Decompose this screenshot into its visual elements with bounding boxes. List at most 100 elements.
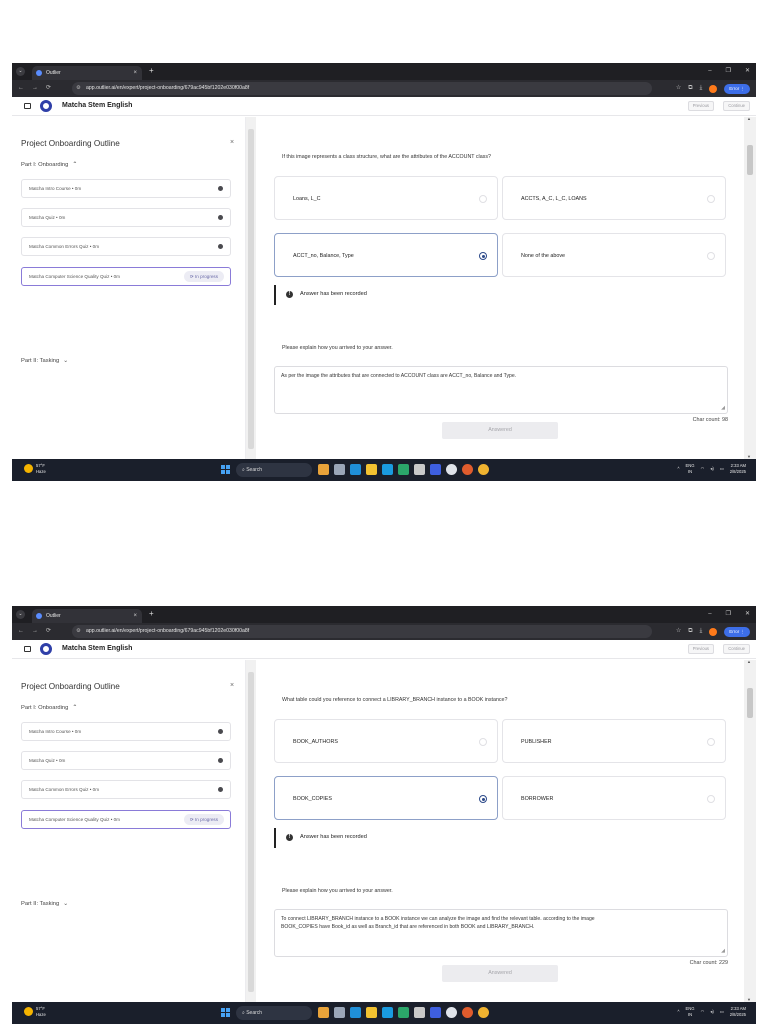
- sidebar-scrollbar[interactable]: [246, 117, 256, 459]
- back-icon[interactable]: ←: [18, 85, 24, 91]
- close-tab-icon[interactable]: ×: [133, 609, 137, 623]
- answer-option[interactable]: ACCTS, A_C, L_C, LOANS: [502, 176, 726, 220]
- task-view-icon[interactable]: [334, 1007, 345, 1018]
- new-tab-icon[interactable]: +: [149, 609, 154, 619]
- settings-icon[interactable]: [414, 464, 425, 475]
- bookmark-star-icon[interactable]: ☆: [676, 83, 681, 94]
- chrome-canary-icon[interactable]: [478, 464, 489, 475]
- url-field[interactable]: ⚙ app.outlier.ai/en/expert/project-onboa…: [72, 82, 652, 95]
- taskbar-search[interactable]: ⌕ Search: [236, 463, 312, 477]
- answer-option[interactable]: BOOK_AUTHORS: [274, 719, 498, 763]
- answered-button[interactable]: Answered: [442, 422, 558, 439]
- extensions-icon[interactable]: ⧉: [688, 626, 692, 637]
- resize-grip-icon[interactable]: ◢: [721, 947, 725, 955]
- reload-icon[interactable]: ⟳: [46, 85, 51, 91]
- extensions-icon[interactable]: ⧉: [688, 83, 692, 94]
- radio-button[interactable]: [707, 738, 715, 746]
- radio-button[interactable]: [707, 252, 715, 260]
- radio-button[interactable]: [479, 795, 487, 803]
- wifi-icon[interactable]: ◠: [701, 1009, 705, 1015]
- language-indicator[interactable]: ENG IN: [685, 463, 694, 475]
- sidebar-toggle-icon[interactable]: [24, 103, 31, 109]
- answer-option[interactable]: ACCT_no, Balance, Type: [274, 233, 498, 277]
- explanation-textarea[interactable]: As per the image the attributes that are…: [274, 366, 728, 414]
- close-sidebar-icon[interactable]: ×: [230, 682, 234, 689]
- close-sidebar-icon[interactable]: ×: [230, 139, 234, 146]
- app-icon[interactable]: [430, 1007, 441, 1018]
- restore-icon[interactable]: ❐: [726, 611, 731, 617]
- minimize-icon[interactable]: –: [708, 68, 711, 74]
- course-item-quiz[interactable]: Matcha Quiz • 0m: [21, 208, 231, 227]
- browser-icon[interactable]: [382, 1007, 393, 1018]
- profile-error-button[interactable]: Error ⋮: [724, 626, 750, 637]
- radio-button[interactable]: [479, 195, 487, 203]
- browser-tab[interactable]: Outlier ×: [32, 66, 142, 80]
- taskbar-search[interactable]: ⌕ Search: [236, 1006, 312, 1020]
- chevron-up-icon[interactable]: ^: [678, 1009, 680, 1015]
- minimize-icon[interactable]: –: [708, 611, 711, 617]
- app-icon[interactable]: [398, 1007, 409, 1018]
- part-2-toggle[interactable]: Part II: Tasking ⌄: [21, 901, 68, 907]
- radio-button[interactable]: [707, 195, 715, 203]
- tab-search-icon[interactable]: ⌄: [16, 610, 25, 619]
- scrollbar-thumb[interactable]: [747, 145, 753, 175]
- answer-option[interactable]: BOOK_COPIES: [274, 776, 498, 820]
- browser-icon[interactable]: [382, 464, 393, 475]
- tab-search-icon[interactable]: ⌄: [16, 67, 25, 76]
- answer-option[interactable]: PUBLISHER: [502, 719, 726, 763]
- resize-grip-icon[interactable]: ◢: [721, 404, 725, 412]
- wifi-icon[interactable]: ◠: [701, 466, 705, 472]
- scrollbar-thumb[interactable]: [747, 688, 753, 718]
- browser-tab[interactable]: Outlier ×: [32, 609, 142, 623]
- app-icon[interactable]: [398, 464, 409, 475]
- weather-widget[interactable]: 57°F Haze: [24, 1006, 46, 1018]
- back-icon[interactable]: ←: [18, 628, 24, 634]
- download-icon[interactable]: ⤓: [700, 626, 703, 637]
- language-indicator[interactable]: ENG IN: [685, 1006, 694, 1018]
- clock[interactable]: 2:33 AM 2/8/2025: [730, 1006, 746, 1018]
- page-scrollbar[interactable]: ▲ ▼: [744, 659, 756, 1002]
- forward-icon[interactable]: →: [32, 628, 38, 634]
- profile-avatar[interactable]: [709, 627, 718, 636]
- widgets-icon[interactable]: [318, 1007, 329, 1018]
- scroll-up-icon[interactable]: ▲: [747, 116, 751, 121]
- site-info-icon[interactable]: ⚙: [76, 82, 81, 95]
- answered-button[interactable]: Answered: [442, 965, 558, 982]
- chrome-canary-icon[interactable]: [478, 1007, 489, 1018]
- chrome-icon[interactable]: [446, 1007, 457, 1018]
- radio-button[interactable]: [479, 252, 487, 260]
- part-1-toggle[interactable]: Part I: Onboarding ⌃: [21, 161, 77, 168]
- course-item-common-errors[interactable]: Matcha Common Errors Quiz • 0m: [21, 237, 231, 256]
- answer-option[interactable]: Loans, L_C: [274, 176, 498, 220]
- start-button-icon[interactable]: [221, 1008, 231, 1018]
- volume-icon[interactable]: ◂): [710, 1009, 714, 1015]
- settings-icon[interactable]: [414, 1007, 425, 1018]
- sidebar-toggle-icon[interactable]: [24, 646, 31, 652]
- file-explorer-icon[interactable]: [366, 1007, 377, 1018]
- edge-icon[interactable]: [350, 464, 361, 475]
- scrollbar-thumb[interactable]: [248, 129, 254, 449]
- new-tab-icon[interactable]: +: [149, 66, 154, 76]
- forward-icon[interactable]: →: [32, 85, 38, 91]
- explanation-textarea[interactable]: To connect LIBRARY_BRANCH instance to a …: [274, 909, 728, 957]
- file-explorer-icon[interactable]: [366, 464, 377, 475]
- start-button-icon[interactable]: [221, 465, 231, 475]
- previous-button[interactable]: Previous: [687, 101, 714, 111]
- widgets-icon[interactable]: [318, 464, 329, 475]
- clock[interactable]: 2:33 AM 2/8/2025: [730, 463, 746, 475]
- restore-icon[interactable]: ❐: [726, 68, 731, 74]
- course-item-intro[interactable]: Matcha Intro Course • 0m: [21, 179, 231, 198]
- answer-option[interactable]: None of the above: [502, 233, 726, 277]
- scrollbar-thumb[interactable]: [248, 672, 254, 992]
- continue-button[interactable]: Continue: [723, 644, 750, 654]
- task-view-icon[interactable]: [334, 464, 345, 475]
- app-icon[interactable]: [430, 464, 441, 475]
- download-icon[interactable]: ⤓: [700, 83, 703, 94]
- reload-icon[interactable]: ⟳: [46, 628, 51, 634]
- previous-button[interactable]: Previous: [687, 644, 714, 654]
- close-window-icon[interactable]: ✕: [745, 68, 750, 74]
- course-item-quiz[interactable]: Matcha Quiz • 0m: [21, 751, 231, 770]
- radio-button[interactable]: [479, 738, 487, 746]
- course-item-cs-quality-quiz[interactable]: Matcha Computer Science Quality Quiz • 0…: [21, 810, 231, 829]
- sidebar-scrollbar[interactable]: [246, 660, 256, 1002]
